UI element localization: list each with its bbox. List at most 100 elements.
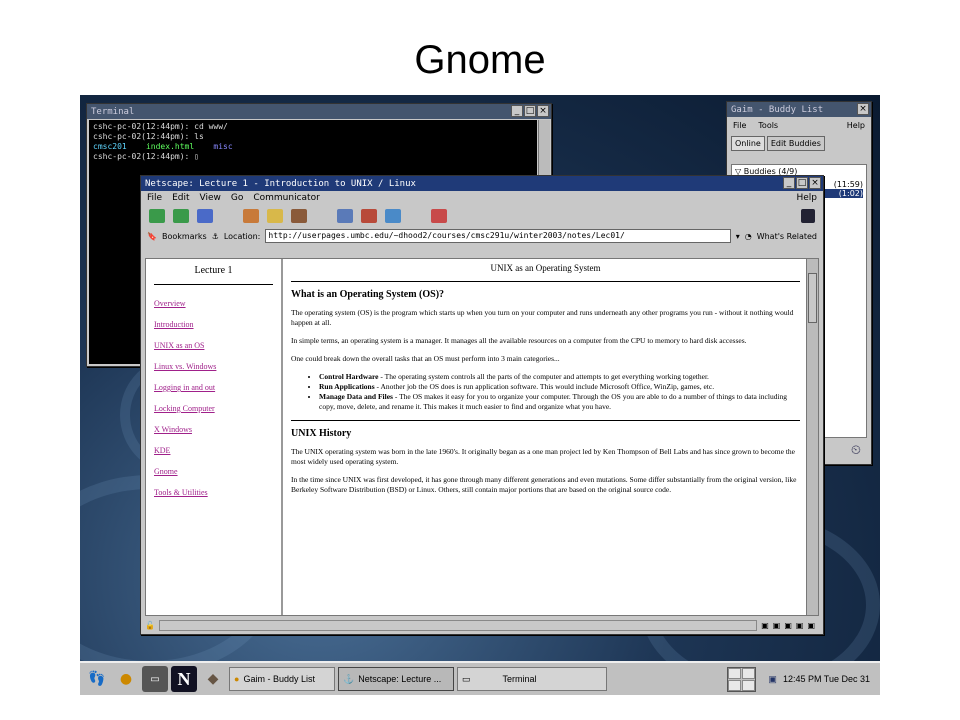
list-item-term: Manage Data and Files	[319, 392, 393, 401]
workspace-pager[interactable]	[727, 666, 757, 692]
print-icon[interactable]	[337, 209, 353, 223]
close-button[interactable]: ×	[809, 177, 821, 189]
task-netscape[interactable]: ⚓ Netscape: Lecture ...	[338, 667, 454, 691]
file-entry: index.html	[145, 142, 195, 151]
menu-help[interactable]: Help	[847, 121, 865, 130]
gnome-foot-icon[interactable]: 👣	[84, 666, 110, 692]
back-icon[interactable]	[149, 209, 165, 223]
terminal-ls-output: cmsc201 index.html misc	[93, 142, 533, 152]
nav-link-locking[interactable]: Locking Computer	[154, 404, 281, 413]
dir-entry: misc	[213, 142, 233, 151]
nav-link-x-windows[interactable]: X Windows	[154, 425, 281, 434]
location-label: Location:	[223, 231, 261, 241]
close-button[interactable]: ×	[537, 105, 549, 117]
display-icon[interactable]: ▣	[768, 674, 777, 685]
paragraph: One could break down the overall tasks t…	[291, 354, 560, 363]
nav-link-logging[interactable]: Logging in and out	[154, 383, 281, 392]
away-icon[interactable]: ⏲	[851, 443, 861, 458]
netscape-icon: ⚓	[343, 673, 355, 684]
buddy-titlebar[interactable]: Gaim - Buddy List ×	[727, 102, 871, 117]
list-item: Run Applications - Another job the OS do…	[319, 382, 800, 392]
netscape-window[interactable]: Netscape: Lecture 1 - Introduction to UN…	[140, 175, 824, 635]
page-content: Lecture 1 Overview Introduction UNIX as …	[145, 258, 819, 616]
status-field	[158, 619, 758, 631]
home-icon[interactable]	[243, 209, 259, 223]
list-item-text: - Another job the OS does is run applica…	[374, 382, 715, 391]
bookmarks-icon[interactable]: 🔖	[147, 232, 157, 241]
netscape-title: Netscape: Lecture 1 - Introduction to UN…	[145, 178, 416, 189]
scroll-thumb[interactable]	[808, 273, 817, 323]
menu-view[interactable]: View	[200, 193, 221, 203]
reload-icon[interactable]	[197, 209, 213, 223]
gaim-icon: ●	[234, 674, 240, 684]
list-item: Manage Data and Files - The OS makes it …	[319, 392, 800, 412]
page-scrollbar[interactable]	[806, 259, 818, 615]
shop-icon[interactable]	[385, 209, 401, 223]
help-icon[interactable]: ●	[113, 666, 139, 692]
paragraph: In simple terms, an operating system is …	[291, 336, 747, 345]
clock[interactable]: 12:45 PM Tue Dec 31	[783, 674, 870, 684]
menu-file[interactable]: File	[733, 121, 746, 130]
maximize-button[interactable]: □	[524, 105, 536, 117]
menu-go[interactable]: Go	[231, 193, 243, 203]
gnome-panel: 👣 ● ▭ N ◆ ● Gaim - Buddy List ⚓ Netscape…	[80, 661, 880, 695]
menu-edit[interactable]: Edit	[172, 193, 189, 203]
netscape-launcher-icon[interactable]: N	[171, 666, 197, 692]
menu-file[interactable]: File	[147, 193, 162, 203]
nav-link-gnome[interactable]: Gnome	[154, 467, 281, 476]
buddy-title: Gaim - Buddy List	[731, 104, 824, 115]
task-label: Terminal	[502, 674, 537, 684]
bookmarks-button[interactable]: Bookmarks	[162, 232, 207, 241]
nav-link-tools[interactable]: Tools & Utilities	[154, 488, 281, 497]
nav-link-introduction[interactable]: Introduction	[154, 320, 281, 329]
location-bar: 🔖 Bookmarks ⚓ Location: http://userpages…	[141, 227, 823, 245]
terminal-title: Terminal	[91, 106, 135, 117]
left-frame: Lecture 1 Overview Introduction UNIX as …	[146, 259, 283, 615]
desktop: Terminal _ □ × cshc-pc-02(12:44pm): cd w…	[80, 95, 880, 695]
menu-tools[interactable]: Tools	[758, 121, 778, 130]
task-terminal[interactable]: ▭ Terminal	[457, 667, 607, 691]
terminal-titlebar[interactable]: Terminal _ □ ×	[87, 104, 551, 119]
list-item-text: - The operating system controls all the …	[378, 372, 709, 381]
terminal-line: cshc-pc-02(12:44pm): ls	[93, 132, 204, 141]
stop-icon[interactable]	[431, 209, 447, 223]
dir-entry: cmsc201	[93, 142, 127, 151]
forward-icon[interactable]	[173, 209, 189, 223]
url-input[interactable]: http://userpages.umbc.edu/~dhood2/course…	[265, 229, 731, 243]
nav-link-overview[interactable]: Overview	[154, 299, 281, 308]
category-list: Control Hardware - The operating system …	[319, 372, 800, 412]
editor-launcher-icon[interactable]: ◆	[200, 666, 226, 692]
slide-title: Gnome	[414, 38, 546, 82]
terminal-line: cshc-pc-02(12:44pm): cd www/	[93, 122, 228, 131]
main-frame: UNIX as an Operating System What is an O…	[285, 259, 806, 615]
terminal-icon: ▭	[462, 673, 471, 684]
security-icon[interactable]	[361, 209, 377, 223]
menu-communicator[interactable]: Communicator	[253, 193, 319, 203]
search-icon[interactable]	[267, 209, 283, 223]
menu-help[interactable]: Help	[796, 193, 817, 203]
list-item: Control Hardware - The operating system …	[319, 372, 800, 382]
minimize-button[interactable]: _	[783, 177, 795, 189]
terminal-launcher-icon[interactable]: ▭	[142, 666, 168, 692]
minimize-button[interactable]: _	[511, 105, 523, 117]
dropdown-icon[interactable]: ▾	[736, 232, 740, 241]
whats-related-icon: ◔	[744, 231, 752, 241]
nav-link-unix-as-os[interactable]: UNIX as an OS	[154, 341, 281, 350]
panel-right: ▣ 12:45 PM Tue Dec 31	[727, 666, 876, 692]
nav-link-kde[interactable]: KDE	[154, 446, 281, 455]
nav-toolbar	[141, 205, 823, 227]
component-bar-icons[interactable]: ▣▣▣▣▣	[761, 621, 819, 630]
whats-related-button[interactable]: What's Related	[757, 232, 817, 241]
netscape-titlebar[interactable]: Netscape: Lecture 1 - Introduction to UN…	[141, 176, 823, 191]
nav-link-linux-vs-windows[interactable]: Linux vs. Windows	[154, 362, 281, 371]
netscape-icon[interactable]	[291, 209, 307, 223]
close-button[interactable]: ×	[857, 103, 869, 115]
netscape-logo-icon	[801, 209, 815, 223]
maximize-button[interactable]: □	[796, 177, 808, 189]
tab-edit-buddies[interactable]: Edit Buddies	[766, 136, 825, 151]
task-gaim[interactable]: ● Gaim - Buddy List	[229, 667, 335, 691]
section-heading: UNIX History	[291, 428, 352, 439]
lock-icon: 🔓	[145, 620, 155, 630]
tab-online[interactable]: Online	[731, 136, 765, 151]
page-title: UNIX as an Operating System	[490, 263, 601, 273]
